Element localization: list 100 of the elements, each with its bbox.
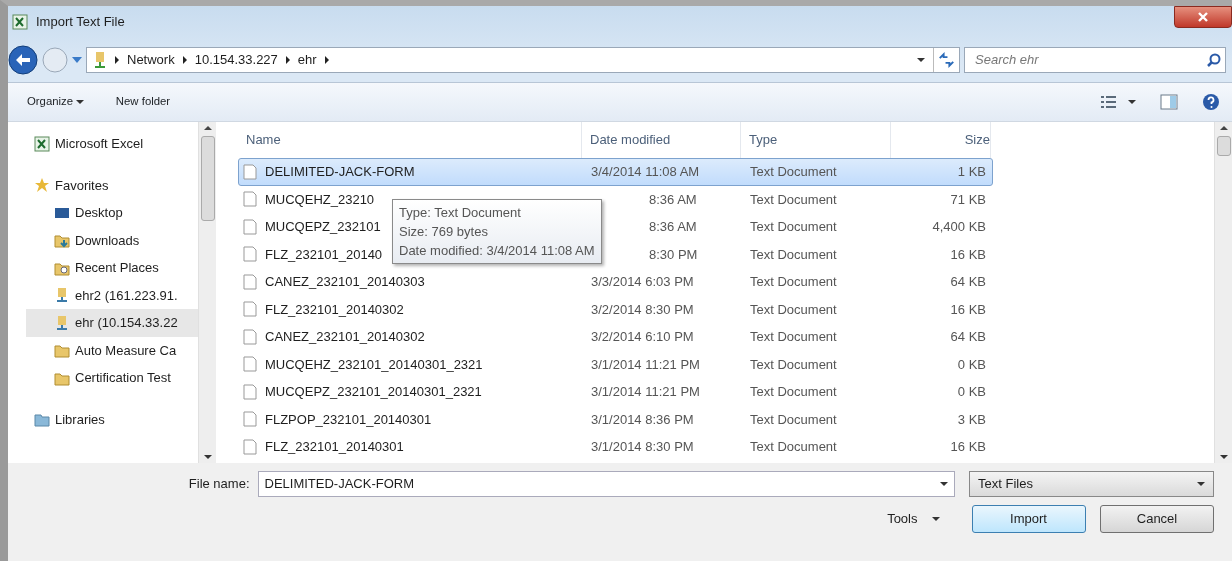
chevron-icon [324,56,329,64]
list-scrollbar[interactable] [1214,122,1232,463]
dropdown-icon[interactable] [917,58,925,62]
sidebar-item[interactable]: Auto Measure Ca [26,336,198,364]
file-name: FLZ_232101_20140 [265,245,383,264]
file-name-label: File name: [188,475,250,494]
excel-icon [12,14,28,30]
file-size: 0 KB [956,355,987,374]
file-type: Text Document [749,218,838,236]
file-name: DELIMITED-JACK-FORM [265,163,415,181]
file-name: CANEZ_232101_20140303 [265,273,425,291]
import-button[interactable]: Import [971,505,1086,533]
file-type: Text Document [749,190,838,209]
scroll-up-icon[interactable] [1219,126,1228,130]
file-row[interactable]: DELIMITED-JACK-FORM 3/4/2014 11:08 AM Text Document 1 KB [238,158,993,186]
document-icon [243,383,257,400]
excel-icon [34,135,50,152]
file-date: 8:36 AM [649,219,697,234]
close-icon [1198,12,1208,22]
network-folder-icon [54,287,70,304]
sidebar-item[interactable]: Certification Test [26,364,198,392]
file-name: MUCQEHZ_232101_20140301_2321 [265,355,483,374]
document-icon [243,246,257,263]
file-date: 3/2/2014 6:10 PM [591,329,694,344]
chevron-icon [115,56,119,64]
sidebar-item[interactable]: Desktop [26,199,198,227]
sidebar-item[interactable]: Favorites [26,171,198,199]
file-date: 3/1/2014 11:21 PM [591,356,700,372]
folder-icon [54,342,70,359]
file-name: FLZ_232101_20140302 [265,300,404,319]
file-name: CANEZ_232101_20140302 [265,328,425,346]
caret-icon[interactable] [1128,100,1136,104]
document-icon [243,191,257,208]
file-date: 3/2/2014 8:30 PM [591,301,694,317]
sidebar-item[interactable]: ehr2 (161.223.91. [26,281,198,309]
file-date: 3/4/2014 11:08 AM [591,164,700,179]
file-type: Text Document [749,355,838,374]
new-folder-button[interactable]: New folder [114,92,172,112]
chevron-icon [285,56,290,64]
back-icon[interactable] [8,45,38,75]
file-size: 64 KB [949,273,987,291]
document-icon [243,411,257,428]
file-type: Text Document [749,163,838,181]
scroll-down-icon[interactable] [1219,455,1228,459]
breadcrumb[interactable]: 10.154.33.227 [194,50,278,70]
sidebar-scrollbar[interactable] [198,122,216,463]
help-icon[interactable] [1202,93,1220,111]
tooltip-line: Size: 769 bytes [399,223,489,241]
file-size: 0 KB [956,383,987,401]
scroll-thumb[interactable] [200,136,215,221]
file-size: 16 KB [949,245,987,264]
view-icon[interactable] [1100,95,1118,109]
file-name-field[interactable]: DELIMITED-JACK-FORM [257,471,955,497]
file-size: 16 KB [949,438,987,456]
file-date: 3/3/2014 6:03 PM [591,274,694,289]
file-type: Text Document [749,328,838,346]
search-placeholder: Search ehr [975,51,1039,70]
sidebar-item[interactable]: Recent Places [26,254,198,282]
search-icon[interactable] [1207,53,1221,67]
network-folder-icon [54,314,70,331]
document-icon [243,356,257,373]
file-type: Text Document [749,438,838,456]
file-name: MUCQEHZ_23210 [265,190,375,209]
breadcrumb[interactable]: ehr [297,50,317,70]
file-size: 3 KB [956,410,987,429]
dropdown-icon [1197,482,1205,486]
cancel-button[interactable]: Cancel [1100,505,1214,533]
file-date: 3/1/2014 11:21 PM [591,384,700,399]
chevron-icon [182,56,187,64]
sidebar-item[interactable]: Downloads [26,226,198,254]
tooltip-line: Date modified: 3/4/2014 11:08 AM [399,242,595,260]
file-date: 8:36 AM [649,191,697,207]
breadcrumb[interactable]: Network [127,50,175,70]
file-name: MUCQEPZ_232101 [265,218,381,236]
file-name: MUCQEPZ_232101_20140301_2321 [265,383,482,401]
file-type: Text Document [749,410,838,429]
sidebar-item[interactable]: Libraries [26,405,198,433]
file-date: 3/1/2014 8:36 PM [591,411,694,427]
search-field[interactable]: Search ehr [964,47,1226,73]
organize-button[interactable]: Organize [26,92,86,112]
scroll-up-icon[interactable] [203,126,212,130]
file-type: Text Document [749,273,838,291]
sidebar-item[interactable]: Microsoft Excel [26,130,198,158]
document-icon [243,438,257,455]
document-icon [243,218,257,235]
file-size: 4,400 KB [931,218,987,236]
sidebar-item[interactable]: ehr (10.154.33.22 [26,309,198,337]
file-name: FLZPOP_232101_20140301 [265,410,432,429]
caret-icon [931,517,940,521]
close-button[interactable] [1174,6,1232,28]
file-type: Text Document [749,383,838,401]
tools-button[interactable]: Tools [881,508,946,530]
file-size: 1 KB [956,163,987,181]
document-icon [243,163,257,180]
address-bar[interactable]: Network 10.154.33.227 ehr [86,47,960,73]
file-date: 8:30 PM [649,246,698,262]
scroll-thumb[interactable] [1216,136,1231,156]
file-type-select[interactable]: Text Files [969,471,1214,497]
scroll-down-icon[interactable] [203,455,212,459]
document-icon [243,301,257,318]
